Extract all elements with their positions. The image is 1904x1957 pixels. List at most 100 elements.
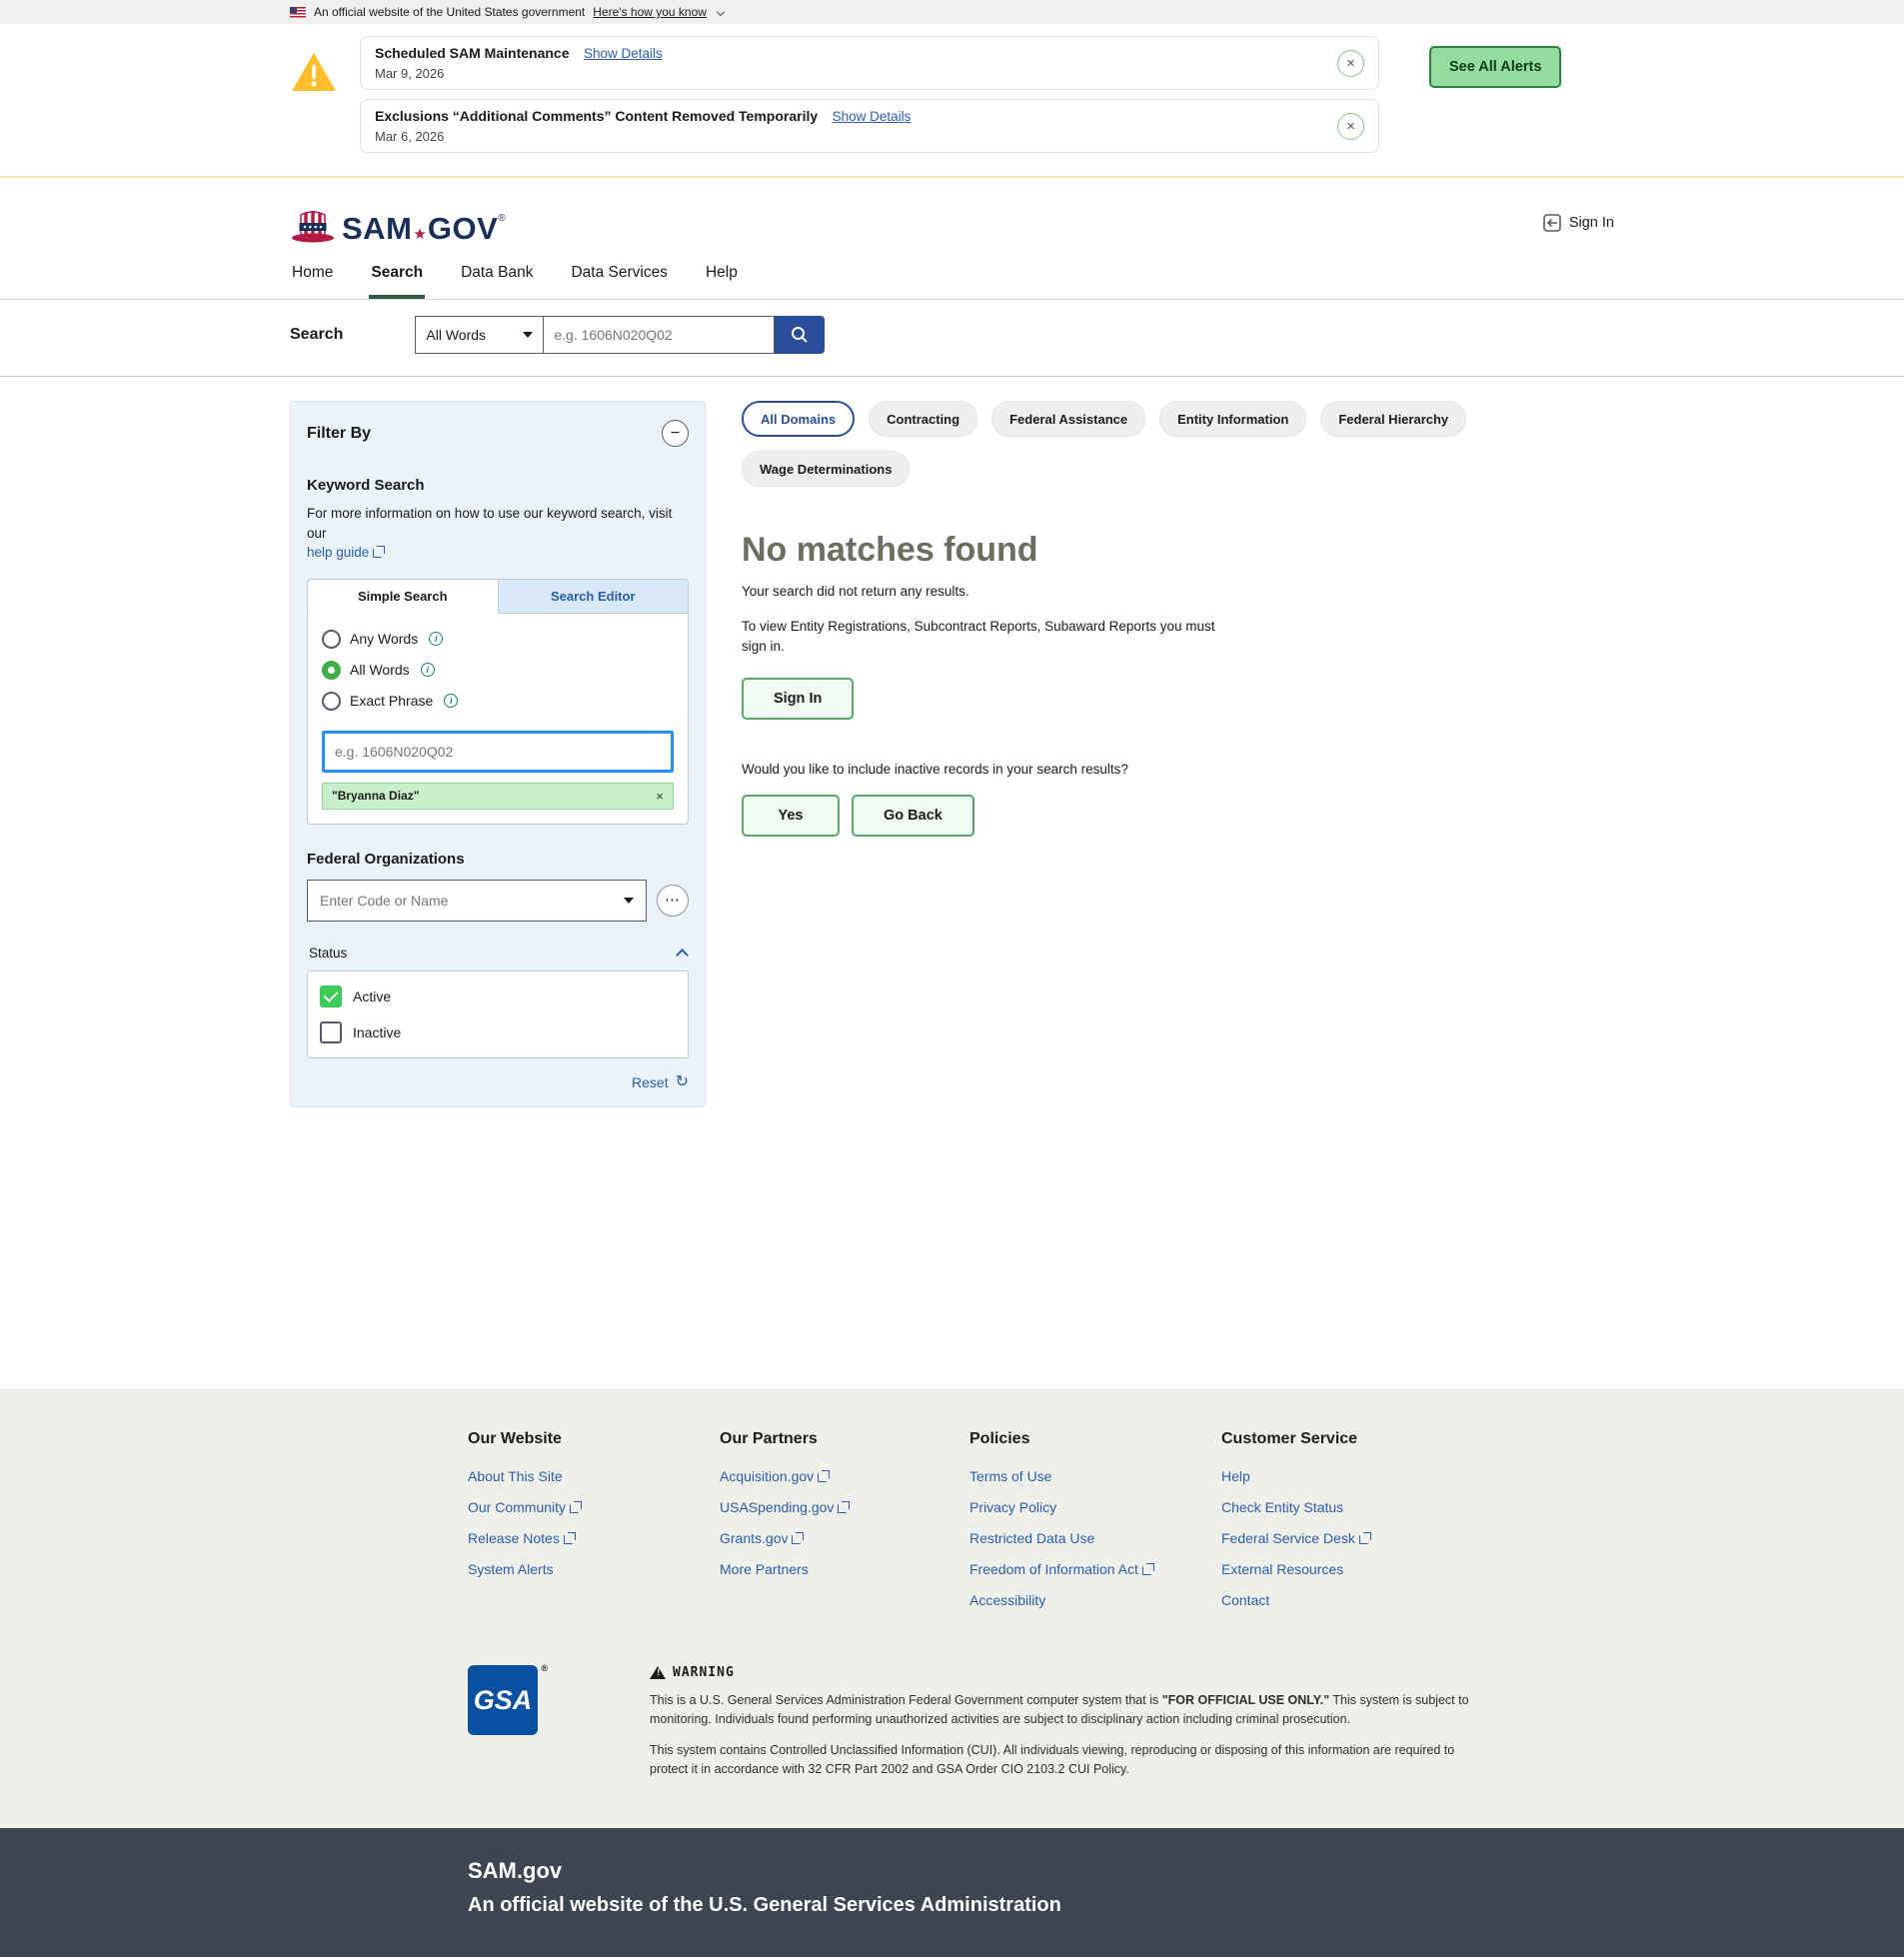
- external-link-icon: [1359, 1532, 1371, 1544]
- status-options: Active Inactive: [307, 971, 689, 1058]
- footer-link-our-community[interactable]: Our Community: [468, 1499, 720, 1515]
- radio-any-words[interactable]: Any Words: [322, 630, 674, 649]
- nav-item-search[interactable]: Search: [369, 260, 425, 299]
- alert-show-details-link[interactable]: Show Details: [584, 46, 663, 61]
- federal-organizations-heading: Federal Organizations: [307, 851, 689, 868]
- status-inactive-checkbox[interactable]: Inactive: [320, 1021, 676, 1043]
- brand-gov: GOV: [428, 211, 498, 246]
- yes-button[interactable]: Yes: [742, 795, 840, 837]
- pill-all-domains[interactable]: All Domains: [742, 401, 855, 437]
- footer-link-usaspending-gov[interactable]: USASpending.gov: [720, 1499, 969, 1515]
- footer-heading: Our Website: [468, 1430, 720, 1448]
- see-all-alerts-button[interactable]: See All Alerts: [1429, 46, 1561, 88]
- footer-link-acquisition-gov[interactable]: Acquisition.gov: [720, 1468, 969, 1484]
- help-guide-link[interactable]: help guide: [307, 545, 385, 560]
- keyword-chip-label: "Bryanna Diaz": [332, 789, 419, 803]
- alert-title: Exclusions “Additional Comments” Content…: [375, 108, 818, 124]
- external-link-icon: [838, 1501, 850, 1513]
- site-header: SAM★GOV® Sign In: [0, 178, 1904, 260]
- keyword-chip: "Bryanna Diaz" ×: [322, 783, 674, 810]
- brand-sam: SAM: [342, 211, 412, 246]
- sam-gov-logo[interactable]: SAM★GOV®: [290, 202, 506, 244]
- keyword-search-input[interactable]: [322, 731, 674, 773]
- uncle-sam-hat-icon: [290, 202, 336, 244]
- collapse-filters-button[interactable]: −: [662, 420, 689, 447]
- inactive-records-question: Would you like to include inactive recor…: [742, 762, 1614, 777]
- pill-federal-hierarchy[interactable]: Federal Hierarchy: [1320, 401, 1466, 437]
- alert-show-details-link[interactable]: Show Details: [833, 109, 912, 124]
- footer-link-terms-of-use[interactable]: Terms of Use: [969, 1468, 1221, 1484]
- heres-how-you-know-link[interactable]: Here's how you know: [593, 5, 707, 19]
- footer-link-release-notes[interactable]: Release Notes: [468, 1530, 720, 1546]
- footer-link-contact[interactable]: Contact: [1221, 1592, 1471, 1608]
- footer-link-label: More Partners: [720, 1561, 809, 1577]
- nav-item-data-services[interactable]: Data Services: [569, 260, 669, 299]
- warning-triangle-icon: [650, 1666, 666, 1679]
- footer-link-help[interactable]: Help: [1221, 1468, 1471, 1484]
- warning-text: This is a U.S. General Services Administ…: [650, 1693, 1162, 1707]
- info-icon[interactable]: [421, 663, 435, 677]
- pill-entity-information[interactable]: Entity Information: [1159, 401, 1306, 437]
- federal-org-select[interactable]: Enter Code or Name: [307, 880, 647, 922]
- nav-item-help[interactable]: Help: [704, 260, 740, 299]
- external-link-icon: [1142, 1563, 1154, 1575]
- footer-link-federal-service-desk[interactable]: Federal Service Desk: [1221, 1530, 1471, 1546]
- bottom-bar-title: SAM.gov: [468, 1858, 1614, 1884]
- sign-in-button[interactable]: Sign In: [742, 678, 854, 720]
- site-alerts-section: Scheduled SAM Maintenance Show Details M…: [0, 24, 1904, 178]
- footer-link-restricted-data-use[interactable]: Restricted Data Use: [969, 1530, 1221, 1546]
- nav-item-home[interactable]: Home: [290, 260, 335, 299]
- warning-fouo: "FOR OFFICIAL USE ONLY.": [1162, 1693, 1329, 1707]
- footer-link-label: Contact: [1221, 1592, 1269, 1608]
- main-content: Filter By − Keyword Search For more info…: [0, 377, 1904, 1388]
- footer-link-grants-gov[interactable]: Grants.gov: [720, 1530, 969, 1546]
- nav-item-data-bank[interactable]: Data Bank: [459, 260, 535, 299]
- header-sign-in-link[interactable]: Sign In: [1542, 213, 1614, 233]
- federal-org-more-button[interactable]: ⋯: [657, 885, 689, 917]
- footer-link-privacy-policy[interactable]: Privacy Policy: [969, 1499, 1221, 1515]
- footer-link-check-entity-status[interactable]: Check Entity Status: [1221, 1499, 1471, 1515]
- keyword-search-heading: Keyword Search: [307, 477, 689, 494]
- status-active-label: Active: [353, 988, 391, 1004]
- footer-heading: Customer Service: [1221, 1430, 1471, 1448]
- sign-in-label: Sign In: [1569, 215, 1614, 231]
- go-back-button[interactable]: Go Back: [852, 795, 974, 837]
- filter-by-title: Filter By: [307, 425, 371, 443]
- tab-search-editor[interactable]: Search Editor: [499, 579, 690, 614]
- footer-link-label: External Resources: [1221, 1561, 1343, 1577]
- footer-col-our-website: Our Website About This Site Our Communit…: [468, 1430, 720, 1623]
- footer-link-external-resources[interactable]: External Resources: [1221, 1561, 1471, 1577]
- alert-close-button[interactable]: ×: [1337, 50, 1364, 77]
- footer-link-more-partners[interactable]: More Partners: [720, 1561, 969, 1577]
- alert-close-button[interactable]: ×: [1337, 113, 1364, 140]
- radio-all-words[interactable]: All Words: [322, 661, 674, 680]
- pill-wage-determinations[interactable]: Wage Determinations: [742, 451, 910, 487]
- reset-filters-link[interactable]: Reset: [632, 1074, 669, 1090]
- search-icon: [790, 325, 810, 345]
- pill-federal-assistance[interactable]: Federal Assistance: [991, 401, 1145, 437]
- global-search-input[interactable]: [543, 316, 775, 354]
- search-submit-button[interactable]: [775, 316, 825, 354]
- radio-exact-phrase[interactable]: Exact Phrase: [322, 692, 674, 711]
- footer-link-accessibility[interactable]: Accessibility: [969, 1592, 1221, 1608]
- status-active-checkbox[interactable]: Active: [320, 985, 676, 1007]
- chip-remove-icon[interactable]: ×: [656, 789, 664, 804]
- refresh-icon[interactable]: ↻: [676, 1074, 689, 1090]
- external-link-icon: [818, 1470, 830, 1482]
- star-icon: ★: [413, 226, 426, 243]
- footer-link-about-this-site[interactable]: About This Site: [468, 1468, 720, 1484]
- search-mode-select[interactable]: All Words: [415, 316, 543, 354]
- footer-link-label: Our Community: [468, 1499, 566, 1515]
- footer-link-label: About This Site: [468, 1468, 563, 1484]
- footer-link-foia[interactable]: Freedom of Information Act: [969, 1561, 1221, 1577]
- info-icon[interactable]: [429, 632, 443, 646]
- pill-contracting[interactable]: Contracting: [869, 401, 977, 437]
- footer-col-policies: Policies Terms of Use Privacy Policy Res…: [969, 1430, 1221, 1623]
- info-icon[interactable]: [444, 694, 458, 708]
- external-link-icon: [570, 1501, 582, 1513]
- footer-link-system-alerts[interactable]: System Alerts: [468, 1561, 720, 1577]
- filter-panel: Filter By − Keyword Search For more info…: [290, 401, 706, 1107]
- status-section-toggle[interactable]: Status: [307, 940, 689, 971]
- footer-link-label: Acquisition.gov: [720, 1468, 814, 1484]
- tab-simple-search[interactable]: Simple Search: [307, 579, 499, 614]
